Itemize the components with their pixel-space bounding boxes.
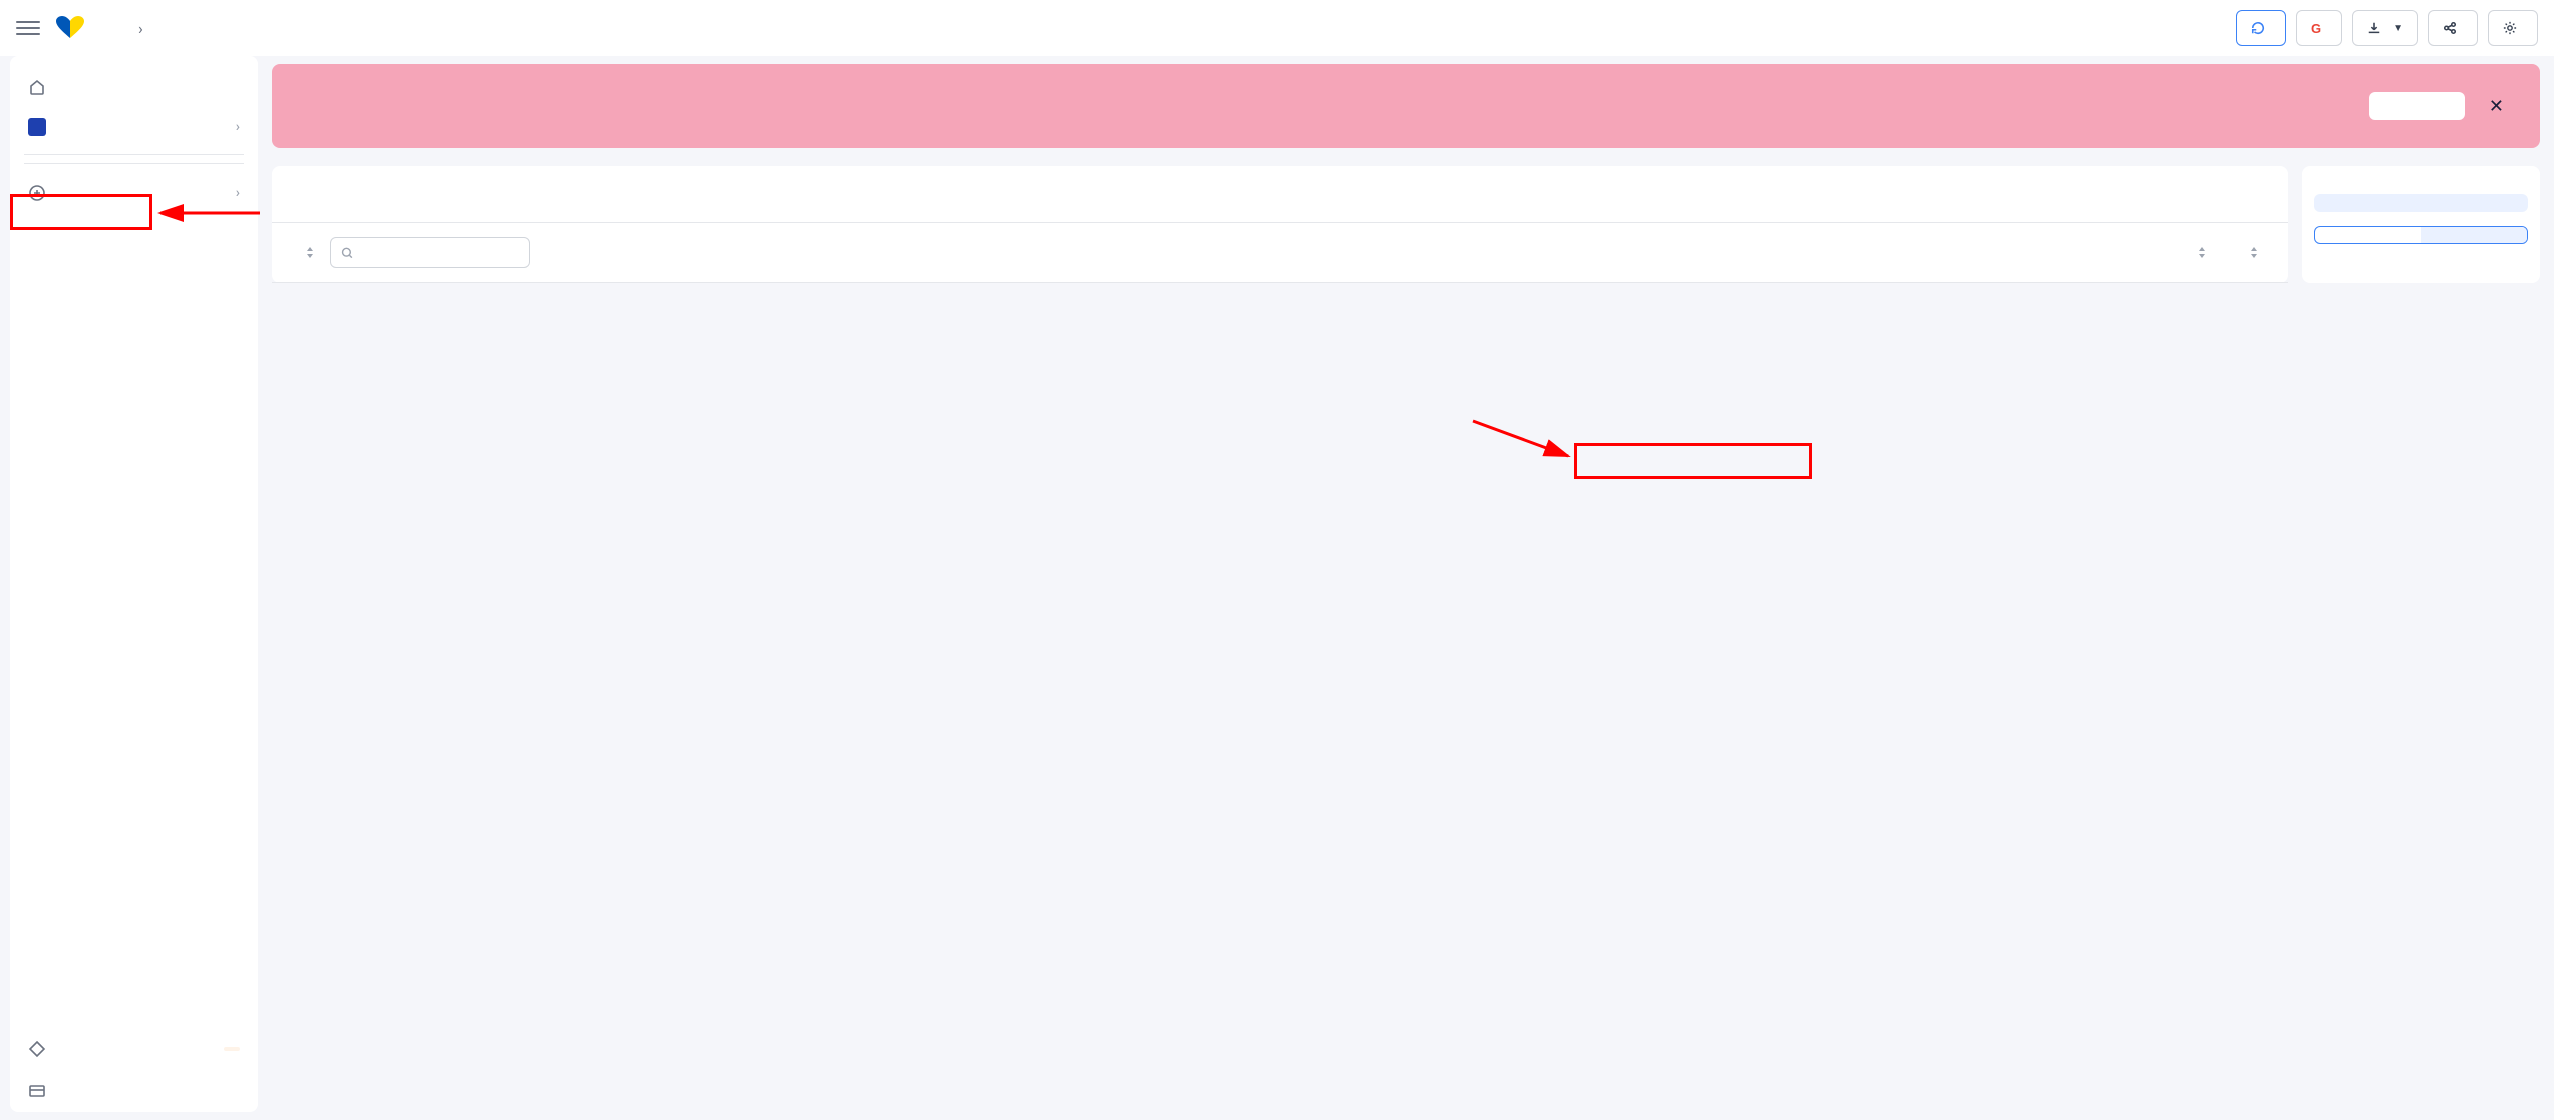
sidebar-project[interactable]: › (10, 108, 258, 146)
export-button[interactable]: ▼ (2352, 10, 2418, 46)
table-header (272, 222, 2288, 283)
main: ✕ (258, 56, 2554, 1112)
logo[interactable] (56, 16, 92, 40)
close-icon[interactable]: ✕ (2489, 96, 2504, 117)
project-badge (28, 118, 46, 136)
filters-title (2302, 180, 2540, 194)
col-status-code[interactable] (2246, 247, 2258, 258)
filters-panel (2302, 166, 2540, 283)
upgrade-button[interactable] (2369, 92, 2465, 120)
sort-icon (2250, 247, 2258, 258)
ga-gsc-button[interactable]: G (2296, 10, 2342, 46)
col-page-url[interactable] (302, 247, 314, 258)
sort-icon (306, 247, 314, 258)
breadcrumb: › (128, 19, 153, 38)
col-page-weight[interactable] (2194, 247, 2206, 258)
refresh-icon (2251, 21, 2265, 35)
chevron-right-icon: › (236, 185, 240, 201)
caret-down-icon: ▼ (2393, 23, 2403, 34)
sidebar-all-projects[interactable] (10, 66, 258, 108)
sidebar: › › (10, 56, 258, 1112)
home-icon (28, 78, 46, 96)
share-icon (2443, 21, 2457, 35)
tab-category[interactable] (2421, 227, 2527, 243)
share-button[interactable] (2428, 10, 2478, 46)
menu-toggle-icon[interactable] (16, 16, 40, 40)
sidebar-get-started[interactable] (10, 1028, 258, 1070)
gear-icon (2503, 21, 2517, 35)
search-input[interactable] (361, 245, 519, 260)
divider (24, 163, 244, 164)
chevron-right-icon: › (236, 119, 240, 135)
search-input-wrap[interactable] (330, 237, 530, 268)
chevron-right-icon: › (138, 19, 143, 38)
card-icon (28, 1082, 46, 1100)
divider (24, 154, 244, 155)
trial-banner: ✕ (272, 64, 2540, 148)
top-bar: › G ▼ (0, 0, 2554, 56)
sidebar-extra-tools[interactable]: › (10, 172, 258, 214)
progress-badge (224, 1047, 240, 1051)
plus-circle-icon (28, 184, 46, 202)
content-main (272, 166, 2288, 283)
heart-icon (56, 16, 84, 40)
top-actions: G ▼ (2236, 10, 2538, 46)
download-icon (2367, 21, 2381, 35)
filter-all-pages[interactable] (2314, 194, 2528, 212)
google-g-icon: G (2311, 21, 2321, 36)
settings-button[interactable] (2488, 10, 2538, 46)
recrawl-button[interactable] (2236, 10, 2286, 46)
tab-priority[interactable] (2315, 227, 2421, 243)
sort-icon (2198, 247, 2206, 258)
sidebar-pricing[interactable] (10, 1070, 258, 1112)
search-icon (341, 246, 353, 260)
annotation-highlight (1574, 443, 1812, 479)
diamond-icon (28, 1040, 46, 1058)
filter-tabs (2314, 226, 2528, 244)
annotation-arrow-icon (1468, 416, 1578, 466)
